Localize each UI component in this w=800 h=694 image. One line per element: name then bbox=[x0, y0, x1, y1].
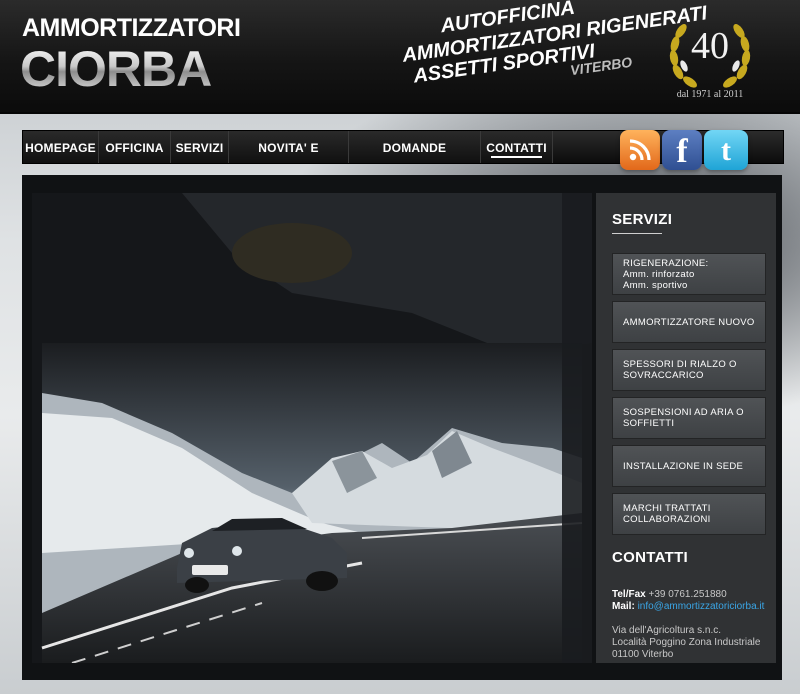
site-header: AMMORTIZZATORI CIORBA AUTOFFICINA AMMORT… bbox=[0, 0, 800, 114]
nav-item-novita[interactable]: NOVITA' E OFFERTE bbox=[229, 131, 349, 189]
logo-top-text: AMMORTIZZATORI bbox=[22, 14, 241, 42]
button-line: INSTALLAZIONE IN SEDE bbox=[623, 460, 744, 472]
servizi-button-ammortizzatore-nuovo[interactable]: AMMORTIZZATORE NUOVO bbox=[612, 301, 766, 343]
main-content: SERVIZI RIGENERAZIONE: Amm. rinforzato A… bbox=[22, 175, 782, 680]
address-line-1: Via dell'Agricoltura s.n.c. bbox=[612, 625, 721, 636]
servizi-button-rigenerazione[interactable]: RIGENERAZIONE: Amm. rinforzato Amm. spor… bbox=[612, 253, 766, 295]
nav-item-domande-frequenti[interactable]: DOMANDE FREQUENTI bbox=[349, 131, 481, 189]
button-line: SOSPENSIONI AD ARIA O bbox=[623, 407, 744, 418]
hero-scene bbox=[32, 193, 592, 663]
logo-main-text[interactable]: CIORBA bbox=[20, 42, 212, 96]
button-line: RIGENERAZIONE: bbox=[623, 257, 709, 269]
facebook-glyph: f bbox=[676, 133, 688, 170]
address-line-2: Località Poggino Zona Industriale bbox=[612, 637, 761, 648]
anniversary-number: 40 bbox=[691, 25, 729, 67]
button-line: AMMORTIZZATORE NUOVO bbox=[623, 316, 755, 328]
servizi-button-marchi[interactable]: MARCHI TRATTATI COLLABORAZIONI bbox=[612, 493, 766, 535]
button-line: MARCHI TRATTATI bbox=[623, 503, 711, 514]
button-line: SPESSORI DI RIALZO O bbox=[623, 359, 737, 370]
button-line: Amm. sportivo bbox=[623, 279, 688, 291]
button-line: SOFFIETTI bbox=[623, 418, 675, 429]
rss-glyph bbox=[629, 139, 651, 161]
phone-label: Tel/Fax bbox=[612, 589, 646, 600]
twitter-glyph: t bbox=[721, 134, 731, 167]
contatti-title-text: CONTATTI bbox=[612, 549, 688, 566]
button-line: SOVRACCARICO bbox=[623, 370, 704, 381]
nav-label: OFFICINA bbox=[105, 141, 164, 155]
hero-image bbox=[32, 193, 592, 663]
button-line: Amm. rinforzato bbox=[623, 268, 695, 280]
nav-item-contatti[interactable]: CONTATTI bbox=[481, 131, 553, 163]
contact-mail: Mail: info@ammortizzatoriciorba.it bbox=[612, 601, 764, 613]
rss-icon[interactable] bbox=[620, 130, 660, 170]
sidebar: SERVIZI RIGENERAZIONE: Amm. rinforzato A… bbox=[596, 193, 776, 663]
nav-label: CONTATTI bbox=[486, 141, 547, 155]
servizi-title: SERVIZI bbox=[612, 211, 673, 234]
contact-phone: Tel/Fax +39 0761.251880 bbox=[612, 589, 727, 601]
twitter-icon[interactable]: t bbox=[704, 130, 748, 170]
servizi-button-installazione[interactable]: INSTALLAZIONE IN SEDE bbox=[612, 445, 766, 487]
nav-item-servizi[interactable]: SERVIZI bbox=[171, 131, 229, 163]
title-underline bbox=[612, 233, 662, 234]
mail-link[interactable]: info@ammortizzatoriciorba.it bbox=[638, 601, 765, 612]
address-line-3: 01100 Viterbo bbox=[612, 649, 674, 660]
nav-label: HOMEPAGE bbox=[25, 141, 96, 155]
nav-label: SERVIZI bbox=[175, 141, 224, 155]
contatti-title: CONTATTI bbox=[612, 549, 688, 566]
header-tagline: AUTOFFICINA AMMORTIZZATORI RIGENERATI AS… bbox=[392, 0, 708, 104]
nav-item-homepage[interactable]: HOMEPAGE bbox=[23, 131, 99, 163]
servizi-title-text: SERVIZI bbox=[612, 211, 673, 228]
phone-value: +39 0761.251880 bbox=[648, 589, 727, 600]
servizi-button-spessori[interactable]: SPESSORI DI RIALZO O SOVRACCARICO bbox=[612, 349, 766, 391]
facebook-icon[interactable]: f bbox=[662, 130, 702, 170]
nav-active-underline bbox=[491, 156, 542, 158]
anniversary-badge: 40 dal 1971 al 2011 bbox=[664, 14, 756, 102]
servizi-button-sospensioni[interactable]: SOSPENSIONI AD ARIA O SOFFIETTI bbox=[612, 397, 766, 439]
nav-item-officina[interactable]: OFFICINA bbox=[99, 131, 171, 163]
anniversary-years: dal 1971 al 2011 bbox=[676, 89, 744, 100]
mail-label: Mail: bbox=[612, 601, 635, 612]
button-line: COLLABORAZIONI bbox=[623, 514, 711, 525]
